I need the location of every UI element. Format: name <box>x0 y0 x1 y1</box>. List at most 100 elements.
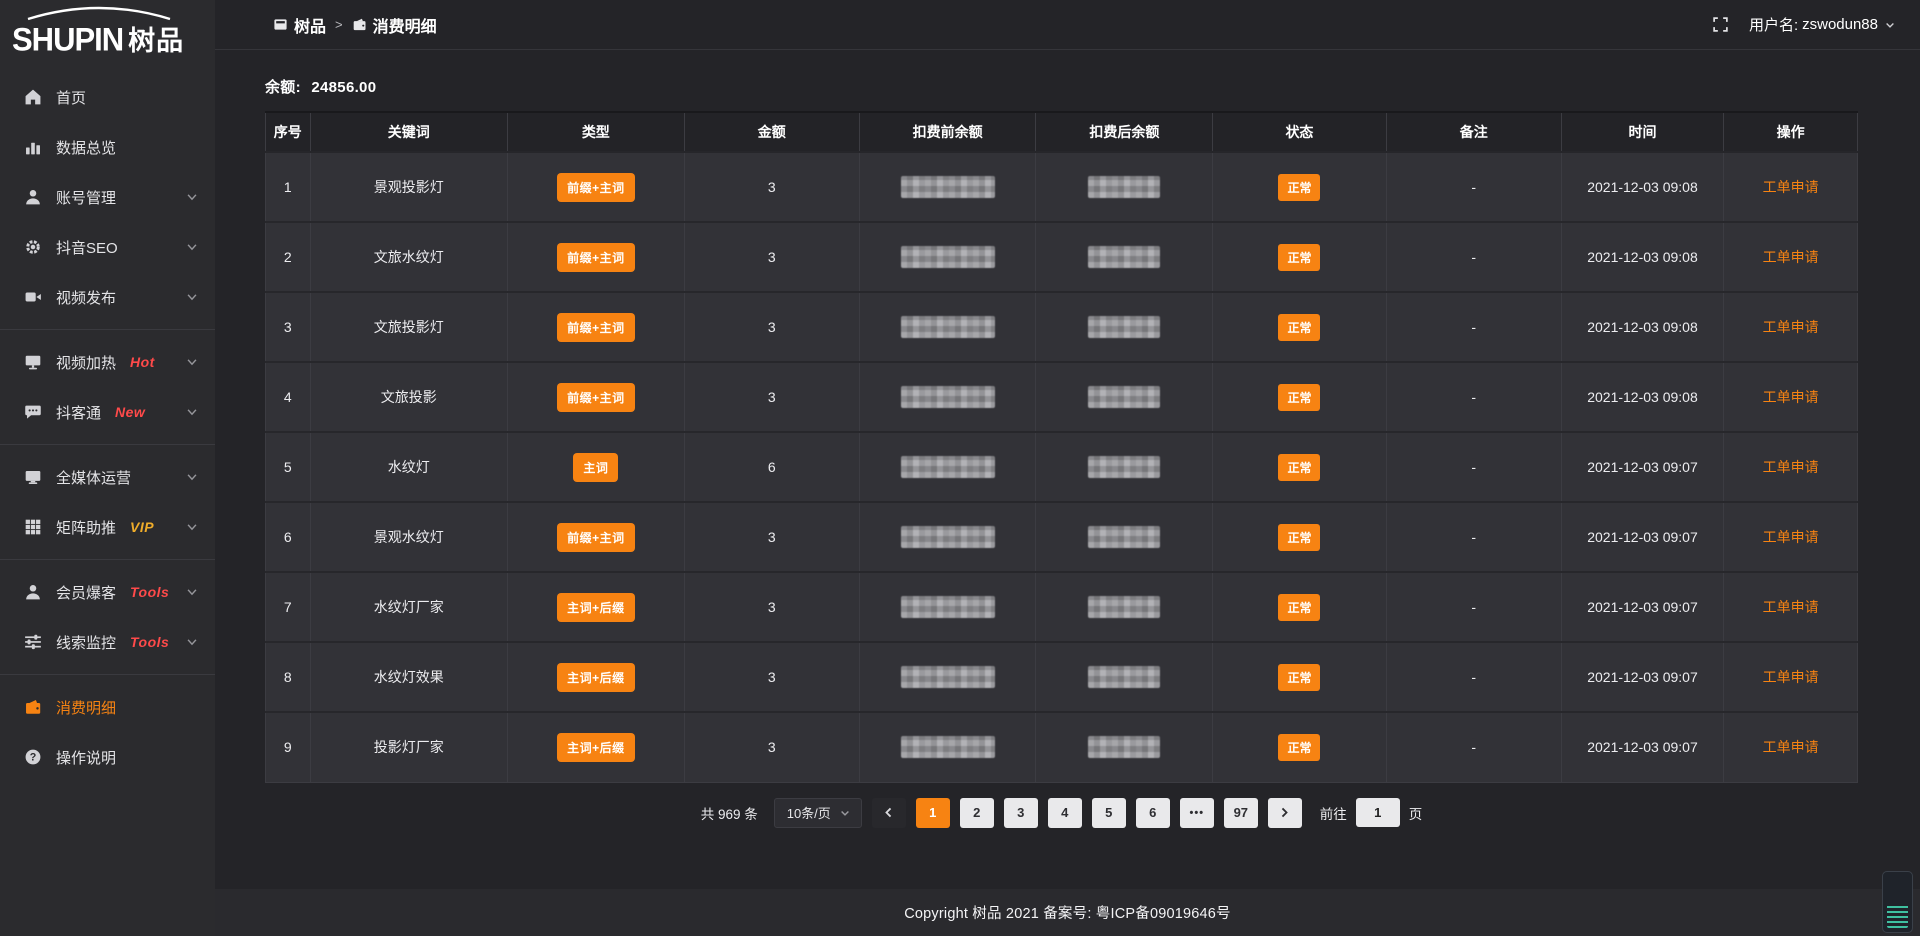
pagination-total: 共 969 条 <box>701 803 758 823</box>
user-menu[interactable]: 用户名: zswodun88 <box>1749 14 1896 35</box>
status-badge: 正常 <box>1278 454 1320 481</box>
page-button-5[interactable]: 5 <box>1092 798 1126 828</box>
sidebar-item-clue-monitor[interactable]: 线索监控Tools <box>0 617 215 667</box>
fullscreen-icon[interactable] <box>1712 16 1729 33</box>
status-badge: 正常 <box>1278 244 1320 271</box>
widget-bars-icon <box>1887 904 1908 928</box>
goto-page: 前往 页 <box>1320 798 1423 827</box>
status-badge: 正常 <box>1278 314 1320 341</box>
table-row: 6景观水纹灯前缀+主词3正常-2021-12-03 09:07工单申请 <box>266 502 1858 572</box>
cell-keyword: 景观投影灯 <box>310 152 507 222</box>
sidebar-item-help[interactable]: ?操作说明 <box>0 732 215 782</box>
breadcrumb-item-home[interactable]: 树品 <box>273 13 326 37</box>
work-order-link[interactable]: 工单申请 <box>1763 459 1819 475</box>
sidebar-item-data-overview[interactable]: 数据总览 <box>0 122 215 172</box>
work-order-link[interactable]: 工单申请 <box>1763 529 1819 545</box>
type-badge: 前缀+主词 <box>557 383 635 412</box>
sidebar-item-badge: New <box>115 404 145 420</box>
cell-keyword: 水纹灯厂家 <box>310 572 507 642</box>
table-row: 7水纹灯厂家主词+后缀3正常-2021-12-03 09:07工单申请 <box>266 572 1858 642</box>
work-order-link[interactable]: 工单申请 <box>1763 179 1819 195</box>
breadcrumb: 树品 > 消费明细 <box>273 13 437 37</box>
page-button-97[interactable]: 97 <box>1224 798 1258 828</box>
sidebar-item-label: 视频加热 <box>56 352 116 373</box>
masked-value <box>901 596 995 618</box>
chevron-down-icon <box>185 190 199 204</box>
breadcrumb-item-current[interactable]: 消费明细 <box>352 13 437 37</box>
bar-chart-icon <box>24 138 42 156</box>
next-page-button[interactable] <box>1268 798 1302 828</box>
cell-status: 正常 <box>1213 152 1387 222</box>
cell-amount: 3 <box>684 222 859 292</box>
column-header: 备注 <box>1386 112 1561 152</box>
cell-amount: 6 <box>684 432 859 502</box>
cell-amount: 3 <box>684 572 859 642</box>
page-ellipsis-button[interactable]: ••• <box>1180 798 1214 828</box>
page-button-6[interactable]: 6 <box>1136 798 1170 828</box>
prev-page-button[interactable] <box>872 798 906 828</box>
cell-status: 正常 <box>1213 432 1387 502</box>
floating-widget[interactable] <box>1882 871 1913 933</box>
sidebar-item-home[interactable]: 首页 <box>0 72 215 122</box>
cell-amount: 3 <box>684 152 859 222</box>
cell-type: 前缀+主词 <box>507 152 684 222</box>
cell-keyword: 水纹灯效果 <box>310 642 507 712</box>
page-button-3[interactable]: 3 <box>1004 798 1038 828</box>
cell-balance-after <box>1036 432 1213 502</box>
work-order-link[interactable]: 工单申请 <box>1763 669 1819 685</box>
column-header: 时间 <box>1561 112 1723 152</box>
question-icon: ? <box>24 748 42 766</box>
masked-value <box>1088 456 1160 478</box>
work-order-link[interactable]: 工单申请 <box>1763 599 1819 615</box>
sidebar-item-consume-detail[interactable]: 消费明细 <box>0 682 215 732</box>
page-size-select[interactable]: 10条/页 <box>774 798 862 828</box>
work-order-link[interactable]: 工单申请 <box>1763 739 1819 755</box>
username-value: zswodun88 <box>1802 16 1878 33</box>
work-order-link[interactable]: 工单申请 <box>1763 319 1819 335</box>
logo-text-en: SHUPIN <box>12 21 123 58</box>
cell-no: 8 <box>266 642 311 712</box>
sidebar-item-label: 抖客通 <box>56 402 101 423</box>
goto-page-input[interactable] <box>1356 798 1400 827</box>
sidebar-item-account-manage[interactable]: 账号管理 <box>0 172 215 222</box>
cell-balance-after <box>1036 712 1213 782</box>
breadcrumb-label: 树品 <box>294 13 326 37</box>
cell-time: 2021-12-03 09:07 <box>1561 712 1723 782</box>
page-button-1[interactable]: 1 <box>916 798 950 828</box>
sidebar-item-douyin-seo[interactable]: 抖音SEO <box>0 222 215 272</box>
status-badge: 正常 <box>1278 384 1320 411</box>
cell-status: 正常 <box>1213 292 1387 362</box>
cell-time: 2021-12-03 09:08 <box>1561 362 1723 432</box>
work-order-link[interactable]: 工单申请 <box>1763 249 1819 265</box>
display-icon <box>24 353 42 371</box>
cell-time: 2021-12-03 09:07 <box>1561 572 1723 642</box>
page-buttons: 123456 ••• 97 <box>916 798 1258 828</box>
column-header: 类型 <box>507 112 684 152</box>
sidebar-item-label: 矩阵助推 <box>56 517 116 538</box>
sidebar-item-video-heat[interactable]: 视频加热Hot <box>0 337 215 387</box>
work-order-link[interactable]: 工单申请 <box>1763 389 1819 405</box>
table-row: 2文旅水纹灯前缀+主词3正常-2021-12-03 09:08工单申请 <box>266 222 1858 292</box>
chevron-down-icon <box>185 520 199 534</box>
cell-action: 工单申请 <box>1724 712 1858 782</box>
cell-time: 2021-12-03 09:08 <box>1561 152 1723 222</box>
cell-no: 6 <box>266 502 311 572</box>
sidebar-item-matrix-boost[interactable]: 矩阵助推VIP <box>0 502 215 552</box>
sidebar-item-member-boom[interactable]: 会员爆客Tools <box>0 567 215 617</box>
type-badge: 前缀+主词 <box>557 523 635 552</box>
type-badge: 前缀+主词 <box>557 313 635 342</box>
page-button-2[interactable]: 2 <box>960 798 994 828</box>
cell-amount: 3 <box>684 502 859 572</box>
masked-value <box>1088 386 1160 408</box>
monitor-icon <box>24 468 42 486</box>
sidebar-item-video-publish[interactable]: 视频发布 <box>0 272 215 322</box>
sidebar-item-media-ops[interactable]: 全媒体运营 <box>0 452 215 502</box>
sidebar-item-label: 消费明细 <box>56 697 116 718</box>
wallet-icon <box>352 17 367 32</box>
cell-action: 工单申请 <box>1724 292 1858 362</box>
cell-keyword: 投影灯厂家 <box>310 712 507 782</box>
sidebar-nav: 首页数据总览账号管理抖音SEO视频发布视频加热Hot抖客通New全媒体运营矩阵助… <box>0 68 215 782</box>
page-button-4[interactable]: 4 <box>1048 798 1082 828</box>
cell-type: 主词+后缀 <box>507 712 684 782</box>
sidebar-item-douketong[interactable]: 抖客通 New <box>0 387 215 437</box>
